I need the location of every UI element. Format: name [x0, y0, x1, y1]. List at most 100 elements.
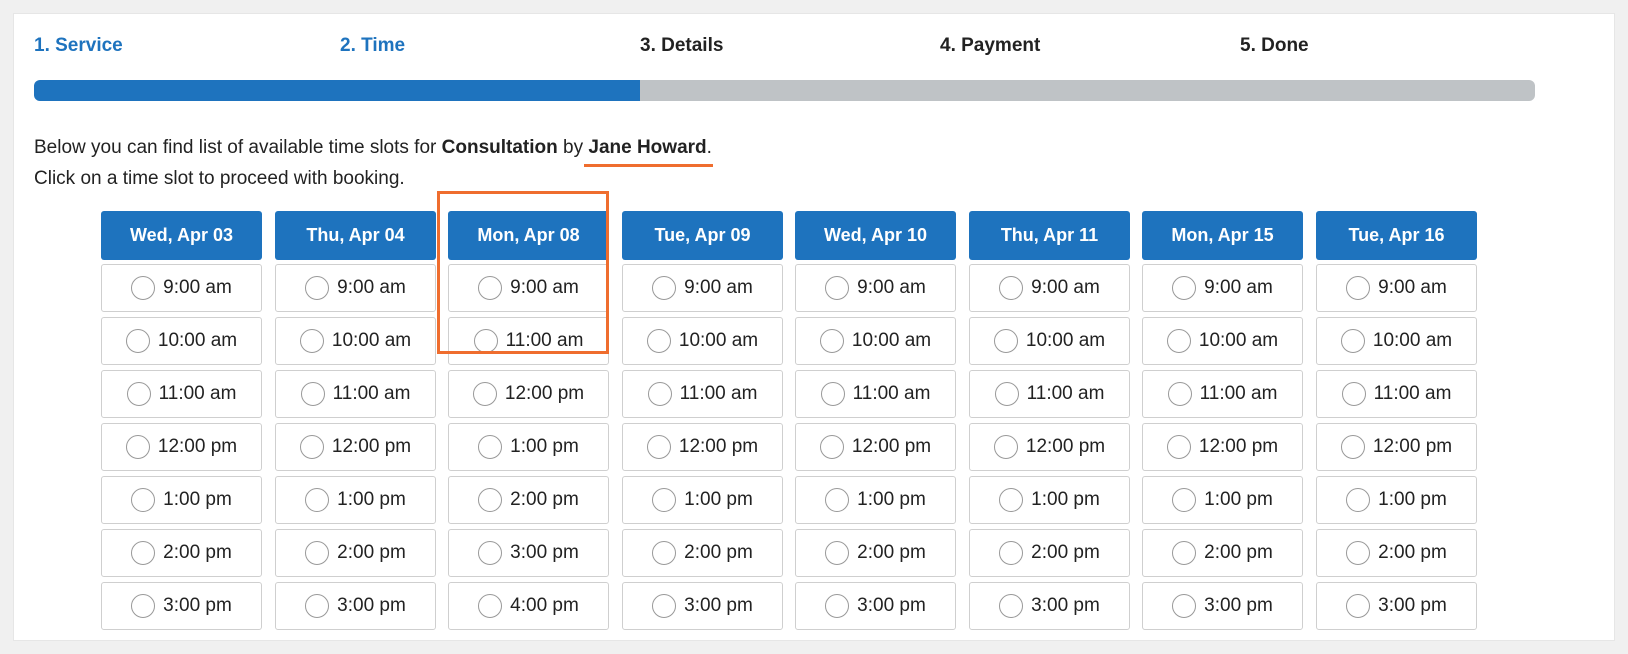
time-slot[interactable]: 12:00 pm — [1316, 423, 1477, 471]
radio-icon[interactable] — [1346, 276, 1371, 300]
radio-icon[interactable] — [478, 276, 503, 300]
radio-icon[interactable] — [1172, 488, 1197, 512]
radio-icon[interactable] — [1166, 329, 1191, 353]
time-slot[interactable]: 3:00 pm — [275, 582, 436, 630]
radio-icon[interactable] — [305, 488, 330, 512]
time-slot[interactable]: 3:00 pm — [1142, 582, 1303, 630]
radio-icon[interactable] — [819, 435, 844, 459]
time-slot[interactable]: 4:00 pm — [448, 582, 609, 630]
radio-icon[interactable] — [820, 382, 845, 406]
time-slot[interactable]: 1:00 pm — [448, 423, 609, 471]
time-slot[interactable]: 3:00 pm — [969, 582, 1130, 630]
radio-icon[interactable] — [825, 276, 850, 300]
radio-icon[interactable] — [1346, 488, 1371, 512]
time-slot[interactable]: 1:00 pm — [622, 476, 783, 524]
time-slot[interactable]: 9:00 am — [795, 264, 956, 312]
radio-icon[interactable] — [999, 541, 1024, 565]
time-slot[interactable]: 3:00 pm — [1316, 582, 1477, 630]
time-slot[interactable]: 1:00 pm — [275, 476, 436, 524]
radio-icon[interactable] — [999, 488, 1024, 512]
radio-icon[interactable] — [131, 488, 156, 512]
time-slot[interactable]: 2:00 pm — [622, 529, 783, 577]
radio-icon[interactable] — [1172, 594, 1197, 618]
radio-icon[interactable] — [1340, 329, 1365, 353]
time-slot[interactable]: 2:00 pm — [1316, 529, 1477, 577]
time-slot[interactable]: 11:00 am — [795, 370, 956, 418]
time-slot[interactable]: 11:00 am — [1142, 370, 1303, 418]
radio-icon[interactable] — [646, 435, 671, 459]
time-slot[interactable]: 2:00 pm — [1142, 529, 1303, 577]
radio-icon[interactable] — [652, 594, 677, 618]
time-slot[interactable]: 9:00 am — [275, 264, 436, 312]
radio-icon[interactable] — [131, 594, 156, 618]
time-slot[interactable]: 11:00 am — [101, 370, 262, 418]
time-slot[interactable]: 12:00 pm — [101, 423, 262, 471]
time-slot[interactable]: 1:00 pm — [1316, 476, 1477, 524]
radio-icon[interactable] — [305, 541, 330, 565]
time-slot[interactable]: 12:00 pm — [622, 423, 783, 471]
radio-icon[interactable] — [819, 329, 844, 353]
time-slot[interactable]: 12:00 pm — [275, 423, 436, 471]
time-slot[interactable]: 2:00 pm — [275, 529, 436, 577]
radio-icon[interactable] — [999, 276, 1024, 300]
time-slot[interactable]: 11:00 am — [622, 370, 783, 418]
time-slot[interactable]: 3:00 pm — [101, 582, 262, 630]
time-slot[interactable]: 11:00 am — [448, 317, 609, 365]
time-slot[interactable]: 10:00 am — [275, 317, 436, 365]
time-slot[interactable]: 3:00 pm — [795, 582, 956, 630]
radio-icon[interactable] — [1166, 435, 1191, 459]
time-slot[interactable]: 3:00 pm — [448, 529, 609, 577]
radio-icon[interactable] — [646, 329, 671, 353]
radio-icon[interactable] — [300, 382, 325, 406]
radio-icon[interactable] — [478, 488, 503, 512]
radio-icon[interactable] — [993, 435, 1018, 459]
radio-icon[interactable] — [652, 276, 677, 300]
radio-icon[interactable] — [299, 435, 324, 459]
radio-icon[interactable] — [994, 382, 1019, 406]
radio-icon[interactable] — [825, 488, 850, 512]
time-slot[interactable]: 9:00 am — [1316, 264, 1477, 312]
radio-icon[interactable] — [305, 594, 330, 618]
radio-icon[interactable] — [478, 435, 503, 459]
radio-icon[interactable] — [652, 488, 677, 512]
time-slot[interactable]: 9:00 am — [622, 264, 783, 312]
time-slot[interactable]: 10:00 am — [622, 317, 783, 365]
time-slot[interactable]: 2:00 pm — [795, 529, 956, 577]
time-slot[interactable]: 10:00 am — [795, 317, 956, 365]
time-slot[interactable]: 2:00 pm — [448, 476, 609, 524]
time-slot[interactable]: 10:00 am — [101, 317, 262, 365]
radio-icon[interactable] — [1172, 541, 1197, 565]
time-slot[interactable]: 11:00 am — [1316, 370, 1477, 418]
radio-icon[interactable] — [125, 329, 150, 353]
time-slot[interactable]: 2:00 pm — [969, 529, 1130, 577]
time-slot[interactable]: 12:00 pm — [448, 370, 609, 418]
radio-icon[interactable] — [825, 594, 850, 618]
time-slot[interactable]: 1:00 pm — [1142, 476, 1303, 524]
radio-icon[interactable] — [1172, 276, 1197, 300]
radio-icon[interactable] — [652, 541, 677, 565]
radio-icon[interactable] — [999, 594, 1024, 618]
radio-icon[interactable] — [473, 329, 498, 353]
time-slot[interactable]: 9:00 am — [101, 264, 262, 312]
time-slot[interactable]: 11:00 am — [969, 370, 1130, 418]
time-slot[interactable]: 2:00 pm — [101, 529, 262, 577]
time-slot[interactable]: 1:00 pm — [101, 476, 262, 524]
radio-icon[interactable] — [1341, 382, 1366, 406]
radio-icon[interactable] — [647, 382, 672, 406]
radio-icon[interactable] — [1346, 594, 1371, 618]
radio-icon[interactable] — [478, 594, 503, 618]
radio-icon[interactable] — [131, 541, 156, 565]
time-slot[interactable]: 1:00 pm — [795, 476, 956, 524]
radio-icon[interactable] — [305, 276, 330, 300]
radio-icon[interactable] — [299, 329, 324, 353]
time-slot[interactable]: 12:00 pm — [969, 423, 1130, 471]
radio-icon[interactable] — [131, 276, 156, 300]
time-slot[interactable]: 11:00 am — [275, 370, 436, 418]
time-slot[interactable]: 12:00 pm — [1142, 423, 1303, 471]
radio-icon[interactable] — [825, 541, 850, 565]
radio-icon[interactable] — [472, 382, 497, 406]
radio-icon[interactable] — [1340, 435, 1365, 459]
time-slot[interactable]: 12:00 pm — [795, 423, 956, 471]
radio-icon[interactable] — [478, 541, 503, 565]
time-slot[interactable]: 1:00 pm — [969, 476, 1130, 524]
